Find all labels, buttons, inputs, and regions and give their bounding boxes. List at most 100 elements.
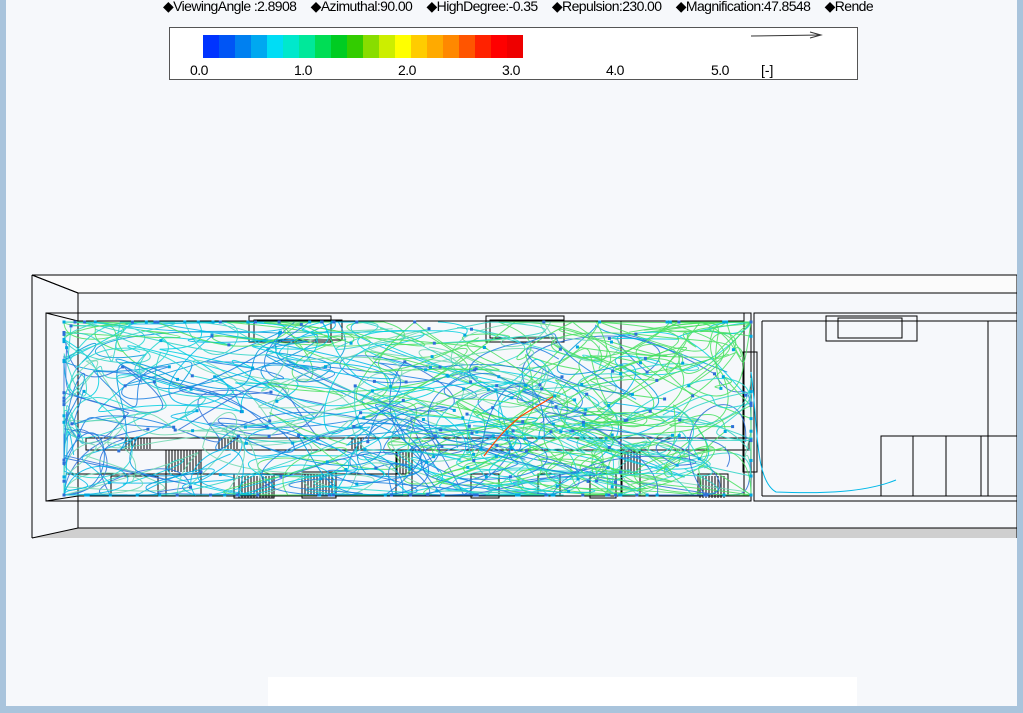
room-model-scene: [31, 274, 1017, 539]
streamline-marker: [559, 430, 563, 434]
streamline-marker: [491, 434, 495, 438]
streamline-marker: [349, 341, 353, 345]
streamline-marker: [581, 493, 585, 497]
streamline-marker: [316, 437, 319, 441]
streamline-marker: [440, 444, 444, 448]
streamline-marker: [401, 398, 405, 402]
streamline-marker: [598, 320, 602, 324]
streamline-marker: [484, 475, 488, 479]
streamline-marker: [560, 375, 564, 379]
streamline-marker: [555, 484, 559, 488]
streamline-marker: [645, 370, 649, 374]
streamline-marker: [62, 403, 66, 407]
streamline-marker: [331, 493, 335, 497]
streamline-marker: [355, 416, 359, 420]
streamline-marker: [62, 414, 66, 418]
streamline-marker: [461, 416, 465, 420]
streamline-marker: [254, 320, 257, 324]
streamline-marker: [607, 446, 611, 449]
streamline-marker: [77, 434, 81, 438]
streamline-marker: [62, 391, 66, 395]
streamline-marker: [329, 484, 332, 488]
streamline-marker: [275, 399, 279, 403]
streamline-marker: [465, 412, 469, 416]
streamline: [63, 360, 166, 492]
streamline-marker: [655, 378, 659, 382]
streamline-marker: [607, 493, 611, 497]
streamline-marker: [671, 433, 674, 437]
streamline-marker: [291, 441, 295, 445]
streamline-marker: [446, 374, 450, 378]
streamline-marker: [655, 493, 659, 497]
streamline-marker: [508, 475, 512, 479]
streamline-marker: [430, 355, 434, 359]
streamline-marker: [191, 429, 195, 433]
streamline-marker: [195, 409, 199, 413]
streamline-marker: [551, 422, 555, 426]
streamline-marker: [677, 320, 681, 324]
streamline-marker: [618, 441, 622, 445]
streamline-marker: [668, 320, 672, 324]
streamline-marker: [722, 493, 726, 497]
streamline-marker: [511, 429, 515, 433]
streamline-marker: [677, 434, 681, 438]
streamline-marker: [236, 434, 240, 438]
streamline-marker: [648, 409, 652, 413]
streamline-marker: [585, 392, 589, 396]
streamline-marker: [189, 387, 193, 391]
streamline-marker: [374, 466, 378, 470]
streamline-marker: [645, 493, 649, 497]
streamline-marker: [413, 320, 417, 324]
streamline-marker: [749, 417, 753, 421]
streamline-marker: [227, 343, 231, 347]
streamline-marker: [123, 384, 127, 388]
streamline-marker: [452, 408, 456, 412]
streamline-marker: [509, 446, 513, 449]
streamline-marker: [678, 418, 682, 422]
render-viewport[interactable]: ◆ViewingAngle :2.8908 ◆Azimuthal:90.00 ◆…: [6, 0, 1017, 706]
streamline: [750, 371, 897, 494]
streamline-marker: [749, 493, 753, 497]
streamline-marker: [107, 481, 111, 485]
streamline-marker: [583, 412, 587, 416]
streamline-marker: [190, 374, 194, 378]
streamline-marker: [324, 365, 327, 369]
streamline-marker: [524, 384, 528, 387]
streamline-marker: [573, 398, 577, 402]
streamline-marker: [472, 459, 476, 462]
streamline-marker: [62, 461, 66, 465]
streamline-marker: [749, 439, 753, 443]
streamline-marker: [538, 383, 542, 387]
streamline-marker: [537, 436, 541, 440]
streamline-marker: [469, 380, 473, 384]
streamline-marker: [475, 493, 479, 497]
streamline-marker: [491, 406, 495, 410]
streamline-marker: [606, 466, 610, 470]
streamline-marker: [544, 493, 548, 497]
streamline-marker: [359, 411, 363, 415]
status-strip: [268, 677, 857, 706]
streamline-marker: [93, 320, 97, 324]
streamline-marker: [121, 365, 125, 369]
streamline-marker: [370, 389, 374, 393]
streamline-marker: [62, 340, 66, 344]
streamline-marker: [479, 447, 483, 451]
streamline-marker: [713, 372, 716, 376]
streamline-marker: [389, 493, 393, 497]
streamline-marker: [256, 493, 260, 497]
streamline-marker: [218, 473, 222, 477]
streamline-marker: [721, 375, 725, 379]
streamline-marker: [586, 479, 590, 483]
streamline-marker: [123, 415, 126, 419]
streamline-marker: [524, 449, 528, 453]
streamline-marker: [427, 327, 431, 331]
room-geometry: [31, 274, 1017, 539]
streamline-marker: [523, 437, 527, 441]
streamline-marker: [749, 474, 753, 478]
streamline-marker: [630, 392, 634, 396]
streamline-marker: [663, 397, 667, 401]
streamline-marker: [505, 430, 509, 434]
streamline-marker: [297, 433, 301, 437]
streamline-marker: [435, 489, 439, 493]
streamline-marker: [681, 361, 685, 365]
